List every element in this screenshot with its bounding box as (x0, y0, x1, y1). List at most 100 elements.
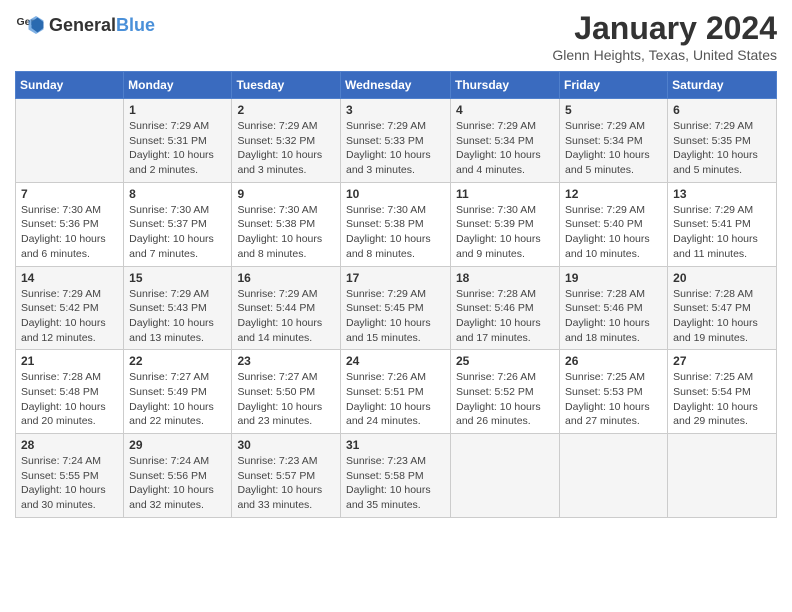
day-info: Sunrise: 7:29 AM Sunset: 5:35 PM Dayligh… (673, 119, 771, 178)
day-info: Sunrise: 7:30 AM Sunset: 5:38 PM Dayligh… (237, 203, 335, 262)
day-number: 7 (21, 187, 118, 201)
calendar-day-9: 9 Sunrise: 7:30 AM Sunset: 5:38 PM Daylig… (232, 182, 341, 266)
weekday-header-monday: Monday (124, 72, 232, 99)
weekday-header-wednesday: Wednesday (341, 72, 451, 99)
calendar-day-12: 12Sunrise: 7:29 AM Sunset: 5:40 PM Dayli… (560, 182, 668, 266)
day-number: 20 (673, 271, 771, 285)
calendar-week-row: 1Sunrise: 7:29 AM Sunset: 5:31 PM Daylig… (16, 99, 777, 183)
logo: Gen GeneralBlue (15, 10, 155, 40)
day-number: 17 (346, 271, 445, 285)
calendar-empty-cell (668, 434, 777, 518)
calendar-day-20: 20Sunrise: 7:28 AM Sunset: 5:47 PM Dayli… (668, 266, 777, 350)
day-number: 29 (129, 438, 226, 452)
day-number: 18 (456, 271, 554, 285)
calendar-day-28: 28 Sunrise: 7:24 AM Sunset: 5:55 PM Dayli… (16, 434, 124, 518)
day-number: 13 (673, 187, 771, 201)
day-info: Sunrise: 7:30 AM Sunset: 5:36 PM Dayligh… (21, 203, 118, 262)
day-number: 25 (456, 354, 554, 368)
day-number: 31 (346, 438, 445, 452)
calendar-day-11: 11 Sunrise: 7:30 AM Sunset: 5:39 PM Dayli… (451, 182, 560, 266)
day-number: 2 (237, 103, 335, 117)
day-info: Sunrise: 7:25 AM Sunset: 5:54 PM Dayligh… (673, 370, 771, 429)
calendar-day-30: 30 Sunrise: 7:23 AM Sunset: 5:57 PM Dayli… (232, 434, 341, 518)
day-number: 8 (129, 187, 226, 201)
calendar-day-22: 22 Sunrise: 7:27 AM Sunset: 5:49 PM Dayli… (124, 350, 232, 434)
day-number: 28 (21, 438, 118, 452)
calendar-day-17: 17 Sunrise: 7:29 AM Sunset: 5:45 PM Dayli… (341, 266, 451, 350)
calendar-empty-cell (560, 434, 668, 518)
day-number: 5 (565, 103, 662, 117)
day-info: Sunrise: 7:30 AM Sunset: 5:38 PM Dayligh… (346, 203, 445, 262)
calendar-day-3: 3Sunrise: 7:29 AM Sunset: 5:33 PM Daylig… (341, 99, 451, 183)
day-info: Sunrise: 7:29 AM Sunset: 5:34 PM Dayligh… (565, 119, 662, 178)
day-number: 11 (456, 187, 554, 201)
day-number: 26 (565, 354, 662, 368)
day-number: 30 (237, 438, 335, 452)
month-year-title: January 2024 (552, 10, 777, 47)
day-info: Sunrise: 7:29 AM Sunset: 5:32 PM Dayligh… (237, 119, 335, 178)
day-info: Sunrise: 7:24 AM Sunset: 5:56 PM Dayligh… (129, 454, 226, 513)
calendar-day-27: 27 Sunrise: 7:25 AM Sunset: 5:54 PM Dayli… (668, 350, 777, 434)
day-number: 22 (129, 354, 226, 368)
day-number: 27 (673, 354, 771, 368)
day-info: Sunrise: 7:24 AM Sunset: 5:55 PM Dayligh… (21, 454, 118, 513)
day-info: Sunrise: 7:29 AM Sunset: 5:44 PM Dayligh… (237, 287, 335, 346)
weekday-header-thursday: Thursday (451, 72, 560, 99)
day-info: Sunrise: 7:25 AM Sunset: 5:53 PM Dayligh… (565, 370, 662, 429)
calendar-day-7: 7 Sunrise: 7:30 AM Sunset: 5:36 PM Daylig… (16, 182, 124, 266)
day-info: Sunrise: 7:27 AM Sunset: 5:50 PM Dayligh… (237, 370, 335, 429)
logo-icon: Gen (15, 10, 45, 40)
day-info: Sunrise: 7:23 AM Sunset: 5:57 PM Dayligh… (237, 454, 335, 513)
logo-general-text: GeneralBlue (49, 15, 155, 36)
calendar-week-row: 7 Sunrise: 7:30 AM Sunset: 5:36 PM Daylig… (16, 182, 777, 266)
calendar-week-row: 28 Sunrise: 7:24 AM Sunset: 5:55 PM Dayli… (16, 434, 777, 518)
day-info: Sunrise: 7:29 AM Sunset: 5:31 PM Dayligh… (129, 119, 226, 178)
day-info: Sunrise: 7:26 AM Sunset: 5:52 PM Dayligh… (456, 370, 554, 429)
calendar-empty-cell (16, 99, 124, 183)
calendar-day-5: 5 Sunrise: 7:29 AM Sunset: 5:34 PM Daylig… (560, 99, 668, 183)
day-info: Sunrise: 7:29 AM Sunset: 5:40 PM Dayligh… (565, 203, 662, 262)
calendar-day-19: 19 Sunrise: 7:28 AM Sunset: 5:46 PM Dayli… (560, 266, 668, 350)
calendar-day-25: 25 Sunrise: 7:26 AM Sunset: 5:52 PM Dayli… (451, 350, 560, 434)
day-number: 3 (346, 103, 445, 117)
weekday-header-tuesday: Tuesday (232, 72, 341, 99)
day-info: Sunrise: 7:29 AM Sunset: 5:43 PM Dayligh… (129, 287, 226, 346)
calendar-day-24: 24 Sunrise: 7:26 AM Sunset: 5:51 PM Dayli… (341, 350, 451, 434)
day-number: 9 (237, 187, 335, 201)
calendar-table: SundayMondayTuesdayWednesdayThursdayFrid… (15, 71, 777, 518)
day-number: 16 (237, 271, 335, 285)
weekday-header-friday: Friday (560, 72, 668, 99)
calendar-day-10: 10 Sunrise: 7:30 AM Sunset: 5:38 PM Dayli… (341, 182, 451, 266)
page-header: Gen GeneralBlue January 2024 Glenn Heigh… (15, 10, 777, 63)
calendar-day-21: 21Sunrise: 7:28 AM Sunset: 5:48 PM Dayli… (16, 350, 124, 434)
day-info: Sunrise: 7:23 AM Sunset: 5:58 PM Dayligh… (346, 454, 445, 513)
day-number: 4 (456, 103, 554, 117)
day-info: Sunrise: 7:27 AM Sunset: 5:49 PM Dayligh… (129, 370, 226, 429)
day-info: Sunrise: 7:28 AM Sunset: 5:46 PM Dayligh… (565, 287, 662, 346)
day-number: 24 (346, 354, 445, 368)
day-info: Sunrise: 7:29 AM Sunset: 5:42 PM Dayligh… (21, 287, 118, 346)
calendar-day-31: 31 Sunrise: 7:23 AM Sunset: 5:58 PM Dayli… (341, 434, 451, 518)
calendar-day-16: 16 Sunrise: 7:29 AM Sunset: 5:44 PM Dayli… (232, 266, 341, 350)
day-info: Sunrise: 7:30 AM Sunset: 5:39 PM Dayligh… (456, 203, 554, 262)
day-info: Sunrise: 7:30 AM Sunset: 5:37 PM Dayligh… (129, 203, 226, 262)
day-number: 10 (346, 187, 445, 201)
day-info: Sunrise: 7:29 AM Sunset: 5:41 PM Dayligh… (673, 203, 771, 262)
weekday-header-sunday: Sunday (16, 72, 124, 99)
calendar-day-6: 6 Sunrise: 7:29 AM Sunset: 5:35 PM Daylig… (668, 99, 777, 183)
calendar-empty-cell (451, 434, 560, 518)
weekday-header-row: SundayMondayTuesdayWednesdayThursdayFrid… (16, 72, 777, 99)
title-block: January 2024 Glenn Heights, Texas, Unite… (552, 10, 777, 63)
calendar-day-4: 4 Sunrise: 7:29 AM Sunset: 5:34 PM Daylig… (451, 99, 560, 183)
day-info: Sunrise: 7:26 AM Sunset: 5:51 PM Dayligh… (346, 370, 445, 429)
calendar-day-26: 26 Sunrise: 7:25 AM Sunset: 5:53 PM Dayli… (560, 350, 668, 434)
location-subtitle: Glenn Heights, Texas, United States (552, 47, 777, 63)
day-number: 14 (21, 271, 118, 285)
calendar-day-15: 15Sunrise: 7:29 AM Sunset: 5:43 PM Dayli… (124, 266, 232, 350)
calendar-week-row: 21Sunrise: 7:28 AM Sunset: 5:48 PM Dayli… (16, 350, 777, 434)
day-number: 6 (673, 103, 771, 117)
day-info: Sunrise: 7:29 AM Sunset: 5:34 PM Dayligh… (456, 119, 554, 178)
day-number: 19 (565, 271, 662, 285)
day-info: Sunrise: 7:29 AM Sunset: 5:45 PM Dayligh… (346, 287, 445, 346)
weekday-header-saturday: Saturday (668, 72, 777, 99)
